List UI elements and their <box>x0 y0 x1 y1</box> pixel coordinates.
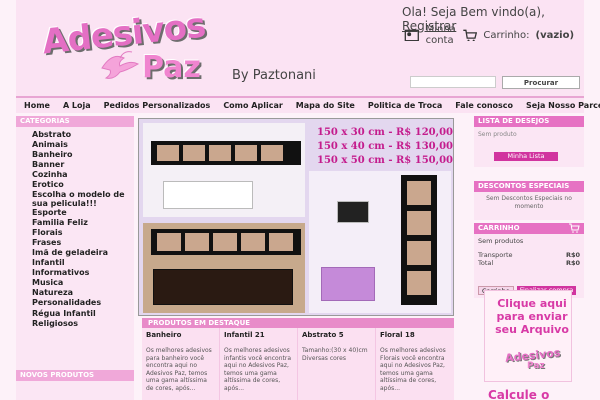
chair-image <box>321 267 375 301</box>
category-item[interactable]: Florais <box>32 228 134 238</box>
cart-title: CARRINHO <box>474 223 584 234</box>
mini-logo-word-paz: Paz <box>527 361 545 371</box>
product-name[interactable]: Banheiro <box>146 331 215 347</box>
nav-mapa-do-site[interactable]: Mapa do Site <box>296 101 355 110</box>
wishlist-empty-text: Sem produto <box>478 131 517 138</box>
main-nav: Home A Loja Pedidos Personalizados Como … <box>16 96 600 113</box>
calculate-shipping-banner[interactable]: Calcule o <box>488 388 549 400</box>
film-strip-image <box>151 141 301 165</box>
upload-file-banner[interactable]: Clique aqui para enviar seu Arquivo Ades… <box>484 290 572 382</box>
bed-image <box>153 269 293 305</box>
category-item[interactable]: Frases <box>32 238 134 248</box>
category-item[interactable]: Musica <box>32 278 134 288</box>
nav-seja-parceiro[interactable]: Seja Nosso Parceiro <box>526 101 600 110</box>
wishlist-title: LISTA DE DESEJOS <box>474 116 584 127</box>
category-item[interactable]: Régua Infantil <box>32 309 134 319</box>
categories-sidebar: CATEGORIAS Abstrato Animais Banheiro Ban… <box>16 116 134 400</box>
nav-home[interactable]: Home <box>24 101 50 110</box>
featured-product[interactable]: Floral 18 Os melhores adesivos Florais v… <box>376 328 454 400</box>
category-item[interactable]: Familia Feliz <box>32 218 134 228</box>
bed-image <box>163 181 253 209</box>
featured-title: PRODUTOS EM DESTAQUE <box>142 318 454 328</box>
account-icon <box>404 29 419 41</box>
search-button[interactable]: Procurar <box>502 76 580 89</box>
banner-room-lilac <box>309 171 451 313</box>
category-item[interactable]: Abstrato <box>32 130 134 140</box>
total-label: Total <box>478 259 494 267</box>
category-item[interactable]: sua pelicula!!! <box>32 199 134 208</box>
product-name[interactable]: Floral 18 <box>380 331 450 347</box>
price-line-2: 150 x 40 cm - R$ 130,00 <box>317 141 454 152</box>
cart-icon <box>569 223 580 233</box>
my-account-link[interactable]: Minha conta <box>426 24 456 46</box>
nav-pedidos-personalizados[interactable]: Pedidos Personalizados <box>104 101 211 110</box>
product-description: Os melhores adesivos Florais você encont… <box>380 347 446 392</box>
category-item[interactable]: Religiosos <box>32 319 134 329</box>
site-header: Adesivos Paz By Paztonani Ola! Seja Bem … <box>16 0 584 96</box>
site-logo[interactable]: Adesivos Paz <box>36 6 216 92</box>
upload-text: Clique aqui para enviar seu Arquivo <box>495 297 569 336</box>
product-description: Tamanho:(30 x 40)cm Diversas cores <box>302 347 368 362</box>
category-item[interactable]: Banner <box>32 160 134 170</box>
category-item[interactable]: Cozinha <box>32 170 134 180</box>
cart-icon <box>463 29 477 42</box>
featured-product[interactable]: Infantil 21 Os melhores adesivos infanti… <box>220 328 298 400</box>
category-item[interactable]: Natureza <box>32 288 134 298</box>
total-row: Total R$0 <box>478 259 580 267</box>
nav-como-aplicar[interactable]: Como Aplicar <box>223 101 282 110</box>
by-line: By Paztonani <box>232 68 316 83</box>
category-item[interactable]: Personalidades <box>32 298 134 308</box>
cart-title-label: CARRINHO <box>478 224 520 232</box>
shipping-row: Transporte R$0 <box>478 251 580 259</box>
wishlist-box: Sem produto Minha Lista <box>474 127 584 167</box>
category-item[interactable]: Imã de geladeira <box>32 248 134 258</box>
discounts-text: Sem Descontos Especiais no momento <box>474 192 584 220</box>
new-products-title: NOVOS PRODUTOS <box>16 370 134 381</box>
categories-title: CATEGORIAS <box>16 116 134 127</box>
featured-products: PRODUTOS EM DESTAQUE Banheiro Os melhore… <box>142 318 454 400</box>
search-input[interactable] <box>410 76 496 88</box>
nav-fale-conosco[interactable]: Fale conosco <box>455 101 513 110</box>
category-item[interactable]: Escolha o modelo de <box>32 190 134 199</box>
film-strip-image <box>151 229 301 255</box>
promo-banner[interactable]: 150 x 30 cm - R$ 120,00 150 x 40 cm - R$… <box>138 118 454 316</box>
price-line-3: 150 x 50 cm - R$ 150,00 <box>317 155 454 166</box>
featured-product[interactable]: Banheiro Os melhores adesivos para banhe… <box>142 328 220 400</box>
category-item[interactable]: Infantil <box>32 258 134 268</box>
banner-room-bedroom <box>143 123 305 217</box>
category-item[interactable]: Esporte <box>32 208 134 218</box>
cart-empty-text: Sem produtos <box>478 237 524 245</box>
category-item[interactable]: Animais <box>32 140 134 150</box>
product-description: Os melhores adesivos infantis você encon… <box>224 347 291 392</box>
nav-politica-de-troca[interactable]: Politica de Troca <box>368 101 442 110</box>
cart-link[interactable]: Carrinho: <box>483 30 529 41</box>
featured-product[interactable]: Abstrato 5 Tamanho:(30 x 40)cm Diversas … <box>298 328 376 400</box>
total-value: R$0 <box>565 259 580 267</box>
banner-room-brown <box>143 223 305 313</box>
price-line-1: 150 x 30 cm - R$ 120,00 <box>317 127 454 138</box>
shipping-value: R$0 <box>565 251 580 259</box>
logo-word-paz: Paz <box>142 50 201 85</box>
category-list: Abstrato Animais Banheiro Banner Cozinha… <box>16 127 134 329</box>
right-sidebar: LISTA DE DESEJOS Sem produto Minha Lista… <box>474 116 584 298</box>
vertical-film-strip-image <box>401 175 437 305</box>
account-row: Minha conta Carrinho: (vazio) <box>404 24 574 46</box>
category-item[interactable]: Informativos <box>32 268 134 278</box>
dove-icon <box>101 51 140 79</box>
product-description: Os melhores adesivos para banheiro você … <box>146 347 212 392</box>
tv-image <box>337 201 369 223</box>
product-name[interactable]: Abstrato 5 <box>302 331 371 347</box>
nav-a-loja[interactable]: A Loja <box>63 101 91 110</box>
welcome-text: Ola! Seja Bem vindo(a), <box>402 5 545 19</box>
cart-box: Sem produtos Transporte R$0 Total R$0 Ca… <box>474 234 584 298</box>
cart-status: (vazio) <box>535 29 575 41</box>
product-name[interactable]: Infantil 21 <box>224 331 293 347</box>
my-list-button[interactable]: Minha Lista <box>494 152 558 161</box>
discounts-title: DESCONTOS ESPECIAIS <box>474 181 584 192</box>
shipping-label: Transporte <box>478 251 513 259</box>
category-item[interactable]: Banheiro <box>32 150 134 160</box>
